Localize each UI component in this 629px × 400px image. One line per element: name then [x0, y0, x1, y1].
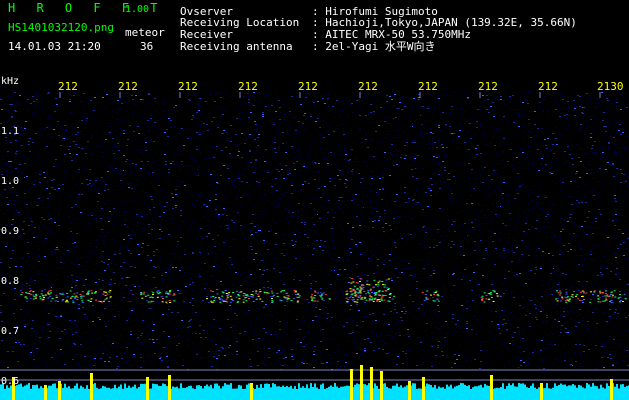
file-timestamp: 14.01.03 21:20 — [8, 40, 101, 53]
y-tick-label: 0.9 — [1, 226, 19, 237]
x-tick-label: 212 — [358, 80, 378, 93]
x-tick-label: 212 — [178, 80, 198, 93]
y-tick-label: 1.0 — [1, 176, 19, 187]
header-panel: H R O F F T 1.00 HS1401032120.png meteor… — [0, 0, 629, 72]
y-tick-label: 1.1 — [1, 126, 19, 137]
info-value-antenna: : 2el-Yagi 水平W向き — [312, 40, 436, 53]
x-tick-label: 2130 — [597, 80, 624, 93]
spectrogram-plot: kHz 1.1 1.0 0.9 0.8 0.7 0.6 212 212 212 … — [0, 72, 629, 400]
y-axis-unit: kHz — [1, 76, 19, 87]
hrofft-window: H R O F F T 1.00 HS1401032120.png meteor… — [0, 0, 629, 400]
app-version: 1.00 — [125, 4, 150, 15]
x-tick-label: 212 — [418, 80, 438, 93]
x-tick-label: 212 — [58, 80, 78, 93]
category-label: meteor — [125, 26, 165, 39]
y-tick-label: 0.8 — [1, 276, 19, 287]
x-tick-label: 212 — [238, 80, 258, 93]
y-tick-label: 0.7 — [1, 326, 19, 337]
y-tick-label: 0.6 — [1, 376, 19, 387]
info-label-antenna: Receiving antenna — [180, 40, 293, 53]
x-tick-label: 212 — [538, 80, 558, 93]
file-name: HS1401032120.png — [8, 21, 114, 34]
spectrogram-panel: kHz 1.1 1.0 0.9 0.8 0.7 0.6 212 212 212 … — [0, 72, 629, 400]
x-tick-label: 212 — [478, 80, 498, 93]
meteor-count: 36 — [140, 40, 154, 53]
x-tick-label: 212 — [298, 80, 318, 93]
x-tick-label: 212 — [118, 80, 138, 93]
